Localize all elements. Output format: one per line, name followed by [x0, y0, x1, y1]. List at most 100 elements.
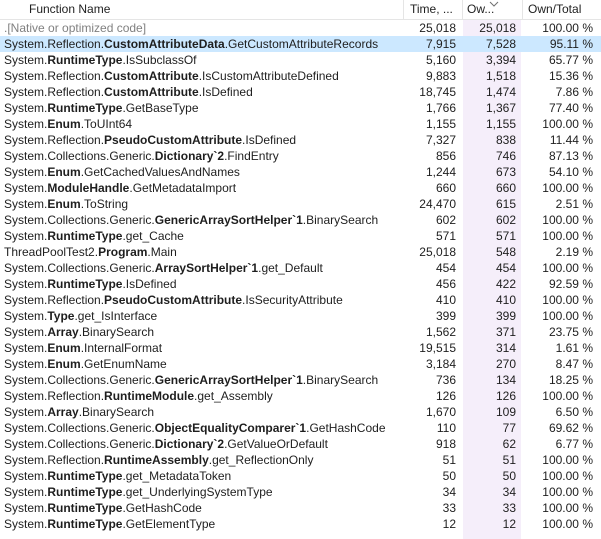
function-name-cell: System.Collections.Generic.ObjectEqualit… — [4, 420, 402, 436]
own-cell: 602 — [463, 212, 521, 228]
own-total-cell: 92.59 % — [548, 277, 593, 291]
table-row[interactable]: System.RuntimeType.IsDefined 456 422 92.59 … — [0, 276, 601, 292]
column-header-time[interactable]: Time, ... — [404, 0, 462, 19]
table-row[interactable]: System.RuntimeType.GetElementType 12 12 100… — [0, 516, 601, 532]
function-name-part: System. — [4, 469, 48, 483]
function-name-part: .GetEnumName — [80, 357, 167, 371]
function-name-part: System. — [4, 341, 48, 355]
function-name-part: System.Collections.Generic. — [4, 213, 155, 227]
own-cell: 33 — [463, 500, 521, 516]
function-name-cell: System.Reflection.CustomAttribute.IsDefi… — [4, 84, 402, 100]
function-name-part: System. — [4, 53, 48, 67]
function-name-cell: System.Array.BinarySearch — [4, 404, 402, 420]
table-row[interactable]: System.Enum.InternalFormat 19,515 314 1.61 … — [0, 340, 601, 356]
own-cell: 1,367 — [463, 100, 521, 116]
own-total-cell: 2.51 % — [555, 197, 593, 211]
time-cell: 25,018 — [419, 245, 456, 259]
function-name-part: .get_ReflectionOnly — [208, 453, 314, 467]
table-row[interactable]: System.RuntimeType.IsSubclassOf 5,160 3,39… — [0, 52, 601, 68]
own-cell: 134 — [463, 372, 521, 388]
table-row[interactable]: System.Collections.Generic.GenericArrayS… — [0, 212, 601, 228]
table-row[interactable]: System.Array.BinarySearch 1,562 371 23.75 % — [0, 324, 601, 340]
function-name-cell: System.Reflection.RuntimeAssembly.get_Re… — [4, 452, 402, 468]
function-name-part: .ToUInt64 — [80, 117, 133, 131]
function-type-name: GenericArraySortHelper`1 — [154, 373, 303, 387]
table-row[interactable]: System.Reflection.RuntimeModule.get_Asse… — [0, 388, 601, 404]
table-row[interactable]: System.Reflection.CustomAttributeData.Ge… — [0, 36, 601, 52]
own-total-cell: 69.62 % — [548, 421, 593, 435]
function-name-part: System.Reflection. — [4, 389, 105, 403]
time-cell: 51 — [442, 453, 456, 467]
table-row[interactable]: System.Array.BinarySearch 1,670 109 6.50 % — [0, 404, 601, 420]
table-row[interactable]: System.Reflection.CustomAttribute.IsCust… — [0, 68, 601, 84]
own-total-cell: 65.77 % — [548, 53, 593, 67]
time-cell: 399 — [435, 309, 456, 323]
time-cell: 5,160 — [425, 53, 456, 67]
table-row[interactable]: .[Native or optimized code] 25,018 25,018 1… — [0, 20, 601, 36]
function-name-part: .GetMetadataImport — [129, 181, 237, 195]
table-row[interactable]: ThreadPoolTest2.Program.Main 25,018 548 2.1… — [0, 244, 601, 260]
function-name-part: .BinarySearch — [302, 373, 379, 387]
own-cell: 25,018 — [463, 20, 521, 36]
function-name-part: System.Reflection. — [4, 133, 105, 147]
column-header-own-total[interactable]: Own/Total — [523, 0, 601, 19]
function-name-cell: System.Reflection.PseudoCustomAttribute.… — [4, 132, 402, 148]
function-name-part: System. — [4, 165, 48, 179]
function-name-part: .GetBaseType — [122, 101, 199, 115]
own-total-cell: 100.00 % — [542, 453, 593, 467]
table-row[interactable]: System.RuntimeType.get_Cache 571 571 100.00… — [0, 228, 601, 244]
column-header-function-name[interactable]: Function Name — [0, 0, 403, 19]
function-type-name: PseudoCustomAttribute — [104, 293, 243, 307]
function-name-cell: System.Type.get_IsInterface — [4, 308, 402, 324]
own-cell: 399 — [463, 308, 521, 324]
function-name-cell: System.Array.BinarySearch — [4, 324, 402, 340]
function-type-name: ArraySortHelper`1 — [154, 261, 259, 275]
function-name-part: .get_Assembly — [194, 389, 273, 403]
function-name-part: System. — [4, 197, 48, 211]
table-row[interactable]: System.Enum.GetCachedValuesAndNames 1,244… — [0, 164, 601, 180]
table-row[interactable]: System.Enum.GetEnumName 3,184 270 8.47 % — [0, 356, 601, 372]
own-total-cell: 100.00 % — [542, 485, 593, 499]
own-cell: 314 — [463, 340, 521, 356]
table-row[interactable]: System.RuntimeType.GetHashCode 33 33 100.00… — [0, 500, 601, 516]
function-name-cell: System.RuntimeType.IsSubclassOf — [4, 52, 402, 68]
function-type-name: RuntimeType — [47, 469, 123, 483]
own-cell: 1,155 — [463, 116, 521, 132]
table-row[interactable]: System.Reflection.PseudoCustomAttribute.… — [0, 132, 601, 148]
table-row[interactable]: System.Collections.Generic.GenericArrayS… — [0, 372, 601, 388]
table-row[interactable]: System.RuntimeType.GetBaseType 1,766 1,367… — [0, 100, 601, 116]
time-cell: 7,327 — [425, 133, 456, 147]
function-name-part: System.Collections.Generic. — [4, 373, 155, 387]
function-name-part: .get_UnderlyingSystemType — [122, 485, 273, 499]
function-name-cell: System.Collections.Generic.GenericArrayS… — [4, 212, 402, 228]
function-name-cell: System.Collections.Generic.Dictionary`2.… — [4, 148, 402, 164]
function-name-part: System. — [4, 309, 48, 323]
time-cell: 1,155 — [425, 117, 456, 131]
table-row[interactable]: System.Type.get_IsInterface 399 399 100.00 … — [0, 308, 601, 324]
function-name-part: System. — [4, 117, 48, 131]
table-row[interactable]: System.RuntimeType.get_UnderlyingSystemT… — [0, 484, 601, 500]
time-cell: 1,562 — [425, 325, 456, 339]
own-cell: 673 — [463, 164, 521, 180]
function-name-cell: .[Native or optimized code] — [4, 20, 402, 36]
table-row[interactable]: System.Reflection.RuntimeAssembly.get_Re… — [0, 452, 601, 468]
function-type-name: PseudoCustomAttribute — [104, 133, 243, 147]
table-row[interactable]: System.Reflection.PseudoCustomAttribute.… — [0, 292, 601, 308]
function-name-part: ThreadPoolTest2. — [4, 245, 99, 259]
sort-descending-icon — [489, 1, 499, 7]
table-row[interactable]: System.RuntimeType.get_MetadataToken 50 50… — [0, 468, 601, 484]
own-total-cell: 11.44 % — [549, 133, 593, 147]
table-row[interactable]: System.Reflection.CustomAttribute.IsDefi… — [0, 84, 601, 100]
table-row[interactable]: System.Enum.ToUInt64 1,155 1,155 100.00 % — [0, 116, 601, 132]
table-row[interactable]: System.Collections.Generic.Dictionary`2.… — [0, 436, 601, 452]
time-cell: 918 — [435, 437, 456, 451]
table-row[interactable]: System.Collections.Generic.Dictionary`2.… — [0, 148, 601, 164]
function-name-part: .BinarySearch — [302, 213, 379, 227]
table-body: .[Native or optimized code] 25,018 25,018 1… — [0, 20, 601, 532]
function-name-part: .GetElementType — [122, 517, 216, 531]
table-row[interactable]: System.Collections.Generic.ArraySortHelp… — [0, 260, 601, 276]
table-row[interactable]: System.Collections.Generic.ObjectEqualit… — [0, 420, 601, 436]
table-row[interactable]: System.Enum.ToString 24,470 615 2.51 % — [0, 196, 601, 212]
function-name-cell: System.ModuleHandle.GetMetadataImport — [4, 180, 402, 196]
table-row[interactable]: System.ModuleHandle.GetMetadataImport 660… — [0, 180, 601, 196]
